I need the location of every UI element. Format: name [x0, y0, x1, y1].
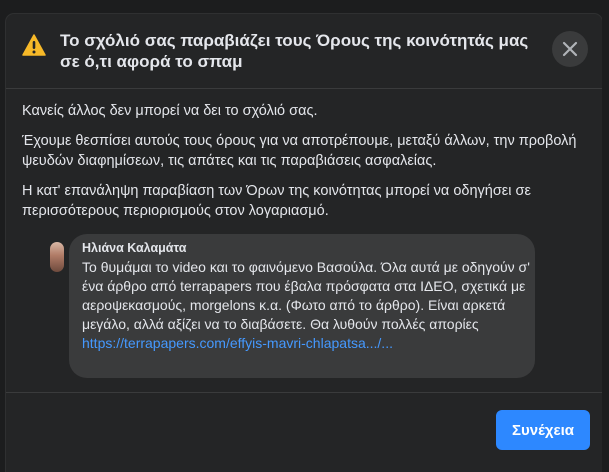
warning-icon — [22, 34, 46, 56]
continue-button[interactable]: Συνέχεια — [496, 410, 590, 450]
info-paragraph-1: Κανείς άλλος δεν μπορεί να δει το σχόλιό… — [22, 103, 318, 119]
info-paragraph-3: Η κατ' επανάληψη παραβίαση των Όρων της … — [22, 183, 531, 219]
page-scrollbar[interactable] — [602, 0, 609, 472]
dialog-footer-divider — [6, 392, 602, 393]
comment-bubble: Ηλιάνα Καλαμάτα Το θυμάμαι το video και … — [69, 234, 535, 378]
dialog-header: Το σχόλιό σας παραβιάζει τους Όρους της … — [6, 14, 602, 89]
close-button[interactable] — [552, 31, 588, 67]
comment-author: Ηλιάνα Καλαμάτα — [82, 241, 187, 255]
comment-link[interactable]: https://terrapapers.com/effyis-mavri-chl… — [82, 334, 534, 353]
comment-text: Το θυμάμαι το video και το φαινόμενο Βασ… — [82, 259, 530, 332]
dialog-title: Το σχόλιό σας παραβιάζει τους Όρους της … — [60, 31, 529, 71]
spam-violation-dialog: Το σχόλιό σας παραβιάζει τους Όρους της … — [6, 14, 602, 472]
close-icon — [562, 41, 578, 57]
info-paragraph-2: Έχουμε θεσπίσει αυτούς τους όρους για να… — [22, 133, 577, 169]
avatar — [50, 242, 64, 272]
comment-text-block: Το θυμάμαι το video και το φαινόμενο Βασ… — [82, 258, 534, 353]
dialog-body: Κανείς άλλος δεν μπορεί να δει το σχόλιό… — [22, 101, 586, 231]
